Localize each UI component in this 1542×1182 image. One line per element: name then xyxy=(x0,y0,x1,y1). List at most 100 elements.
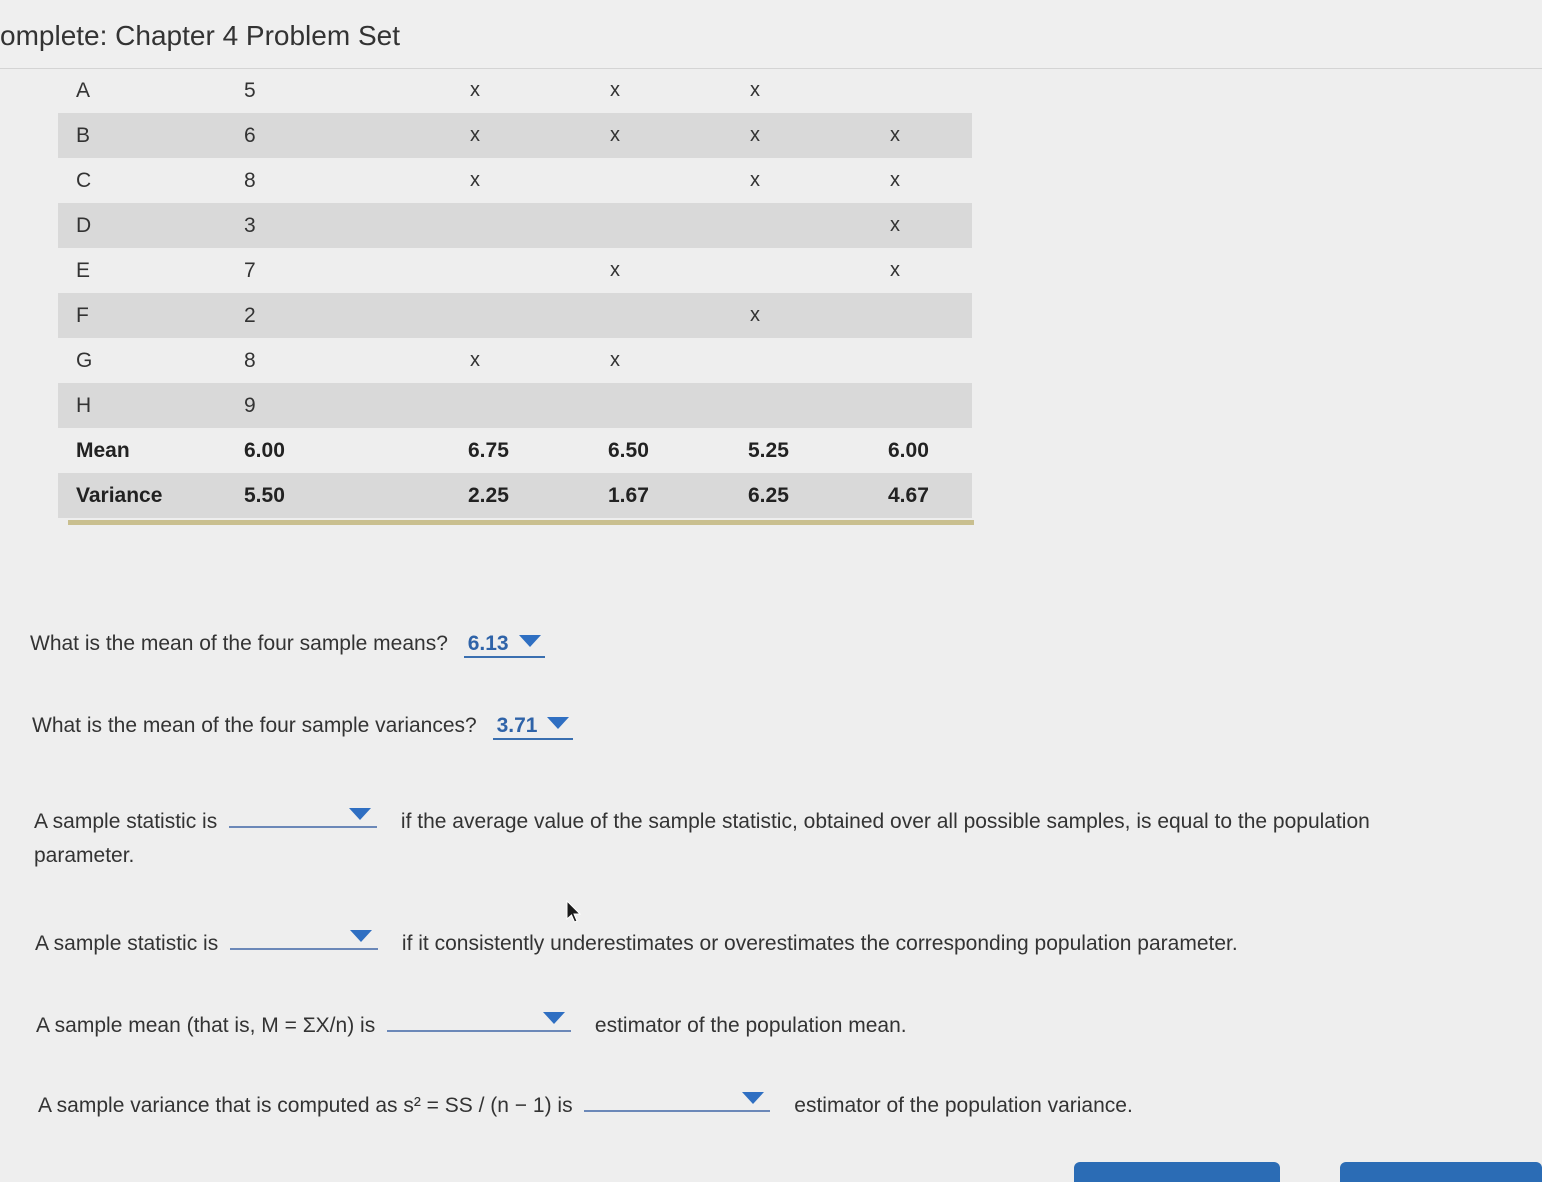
stat-value: 6.25 xyxy=(738,473,878,518)
sample-mark xyxy=(878,68,972,113)
stat-value: 5.25 xyxy=(748,438,789,462)
sample-mark xyxy=(878,383,972,428)
stat-value: 2.25 xyxy=(458,473,598,518)
sample-mark: x xyxy=(878,203,972,248)
question-text: What is the mean of the four sample vari… xyxy=(32,714,477,737)
sample-mark: x xyxy=(610,259,620,281)
row-label: G xyxy=(76,348,93,372)
caret-down-icon xyxy=(349,808,372,820)
table-row: B6xxxx xyxy=(58,113,972,158)
sample-mark: x xyxy=(738,113,878,158)
question-sample-mean-estimator: A sample mean (that is, M = ΣX/n) is est… xyxy=(36,1004,907,1038)
question-text-after: estimator of the population variance. xyxy=(794,1094,1133,1117)
stat-value: 6.50 xyxy=(608,438,649,462)
row-value: 3 xyxy=(238,203,458,248)
sample-mark: x xyxy=(458,113,598,158)
question-text-after: if it consistently underestimates or ove… xyxy=(401,932,1238,955)
sample-mark xyxy=(458,293,598,338)
table-row: E 7 x x xyxy=(58,248,972,293)
table-row: C 8 x x x xyxy=(58,158,972,203)
row-value: 8 xyxy=(244,348,256,372)
table-row: A 5 x x x xyxy=(58,68,972,113)
page-title: omplete: Chapter 4 Problem Set xyxy=(0,20,400,51)
row-label: D xyxy=(58,203,238,248)
row-value: 7 xyxy=(244,258,256,282)
question-biased-definition: A sample statistic is if it consistently… xyxy=(35,922,1238,956)
row-label: C xyxy=(76,168,92,192)
question-text-after: estimator of the population mean. xyxy=(594,1014,907,1037)
row-label: F xyxy=(58,293,238,338)
sample-mark xyxy=(738,338,878,383)
stat-value: 6.00 xyxy=(888,438,929,462)
row-label: Variance xyxy=(58,473,238,518)
selected-value: 3.71 xyxy=(496,714,538,737)
sample-mark xyxy=(738,203,878,248)
prev-button[interactable] xyxy=(1074,1162,1280,1182)
sample-mark xyxy=(878,293,972,338)
question-text-before: A sample variance that is computed as s²… xyxy=(38,1094,573,1117)
data-table: A 5 x x x B 6 x x x x C 8 x x x D 3 x E 7 x x F 2 x G 8 x x H 9 Mean 6.00… xyxy=(58,68,972,518)
row-label: Mean xyxy=(76,438,130,462)
question-text-after: if the average value of the sample stati… xyxy=(400,810,1370,833)
sample-mark: x xyxy=(750,169,760,191)
table-row: D3 x xyxy=(58,203,972,248)
mouse-pointer-icon xyxy=(566,900,582,923)
row-value: 2 xyxy=(238,293,458,338)
question-sample-variance-estimator: A sample variance that is computed as s²… xyxy=(38,1084,1133,1118)
variance-row: Variance 5.50 2.25 1.67 6.25 4.67 xyxy=(58,473,972,518)
sample-mark: x xyxy=(610,79,620,101)
question-mean-of-means: What is the mean of the four sample mean… xyxy=(30,632,545,658)
next-button[interactable] xyxy=(1340,1162,1542,1182)
sample-variance-estimator-dropdown[interactable] xyxy=(584,1084,771,1112)
samples-table: A 5 x x x B 6 x x x x C 8 x x x D 3 x E 7 x x F 2 x G 8 x x H 9 Mean 6.00… xyxy=(58,68,972,518)
sample-mark xyxy=(598,293,738,338)
sample-mark: x xyxy=(750,79,760,101)
stat-value: 4.67 xyxy=(878,473,972,518)
unbiased-definition-dropdown[interactable] xyxy=(229,800,378,828)
sample-mark xyxy=(598,158,738,203)
mean-row: Mean 6.00 6.75 6.50 5.25 6.00 xyxy=(58,428,972,473)
stat-value: 5.50 xyxy=(238,473,458,518)
row-label: E xyxy=(76,258,91,282)
stat-value: 6.00 xyxy=(244,438,285,462)
sample-mark: x xyxy=(890,259,900,281)
sample-mark: x xyxy=(890,169,900,191)
caret-down-icon xyxy=(543,1012,566,1024)
row-value: 6 xyxy=(238,113,458,158)
caret-down-icon xyxy=(742,1092,765,1104)
row-label: H xyxy=(58,383,238,428)
sample-mark xyxy=(598,383,738,428)
sample-mark: x xyxy=(878,113,972,158)
sample-mark xyxy=(458,383,598,428)
row-label: B xyxy=(58,113,238,158)
row-value: 5 xyxy=(244,78,256,102)
question-unbiased-definition: A sample statistic is if the average val… xyxy=(34,800,1370,834)
biased-definition-dropdown[interactable] xyxy=(230,922,379,950)
mean-of-variances-dropdown[interactable]: 3.71 xyxy=(492,714,574,740)
sample-mark xyxy=(738,248,878,293)
table-row: G 8 x x xyxy=(58,338,972,383)
question-text-before: A sample mean (that is, M = ΣX/n) is xyxy=(36,1014,376,1037)
sample-mark: x xyxy=(470,169,480,191)
question-mean-of-variances: What is the mean of the four sample vari… xyxy=(32,714,574,740)
caret-down-icon xyxy=(518,635,541,648)
question-text-before: A sample statistic is xyxy=(35,932,219,955)
question-text: What is the mean of the four sample mean… xyxy=(30,632,448,655)
question-text-before: A sample statistic is xyxy=(34,810,218,833)
row-label: A xyxy=(76,78,91,102)
stat-value: 1.67 xyxy=(598,473,738,518)
row-value: 9 xyxy=(238,383,458,428)
sample-mean-estimator-dropdown[interactable] xyxy=(387,1004,572,1032)
caret-down-icon xyxy=(547,717,570,730)
sample-mark xyxy=(458,248,598,293)
table-row: F2 x xyxy=(58,293,972,338)
sample-mark: x xyxy=(598,113,738,158)
sample-mark xyxy=(598,203,738,248)
selected-value: 6.13 xyxy=(467,632,509,655)
question-unbiased-continued: parameter. xyxy=(34,844,135,867)
mean-of-means-dropdown[interactable]: 6.13 xyxy=(463,632,545,658)
caret-down-icon xyxy=(350,930,373,942)
sample-mark: x xyxy=(610,349,620,371)
stat-value: 6.75 xyxy=(468,438,509,462)
row-value: 8 xyxy=(244,168,256,192)
